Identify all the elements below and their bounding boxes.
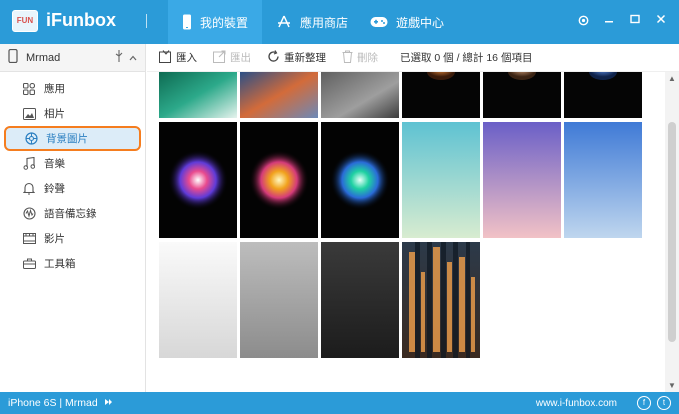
toolbox-icon: [22, 257, 36, 271]
usb-icon: [115, 50, 123, 65]
sidebar-item-label: 背景圖片: [46, 133, 88, 145]
delete-label: 刪除: [357, 52, 378, 64]
export-button[interactable]: 匯出: [213, 50, 251, 66]
selection-status: 已選取 0 個 / 總計 16 個項目: [400, 52, 533, 64]
sidebar-item-label: 語音備忘錄: [44, 208, 97, 220]
tab-my-device[interactable]: 我的裝置: [168, 0, 263, 44]
device-info: iPhone 6S | Mrmad: [8, 397, 98, 409]
sidebar-item-label: 音樂: [44, 158, 65, 170]
bell-icon: [22, 182, 36, 196]
export-label: 匯出: [230, 52, 251, 64]
wallpaper-icon: [24, 132, 38, 146]
toolbar: 匯入 匯出 重新整理 刪除 已選取 0 個 / 總計 16 個項目: [147, 44, 679, 72]
sidebar-item-voice-memos[interactable]: 語音備忘錄: [0, 201, 145, 226]
refresh-label: 重新整理: [284, 52, 326, 64]
wallpaper-thumbnails: [159, 72, 642, 358]
device-name: Mrmad: [26, 51, 61, 64]
trash-icon: [342, 50, 353, 66]
import-label: 匯入: [176, 52, 197, 64]
apps-grid-icon: [22, 82, 36, 96]
sidebar-item-toolbox[interactable]: 工具箱: [0, 251, 145, 276]
app-logo-icon: FUN: [12, 10, 38, 32]
voice-memo-icon: [22, 207, 36, 221]
tab-label: 我的裝置: [200, 15, 249, 30]
music-note-icon: [22, 157, 36, 171]
tab-game-center[interactable]: 遊戲中心: [356, 0, 458, 44]
refresh-button[interactable]: 重新整理: [267, 49, 326, 66]
sidebar-item-label: 鈴聲: [44, 183, 65, 195]
app-store-icon: [276, 15, 292, 29]
sidebar-item-videos[interactable]: 影片: [0, 226, 145, 251]
tab-label: 應用商店: [300, 15, 349, 30]
refresh-icon: [267, 49, 280, 66]
minimize-icon[interactable]: [603, 14, 615, 26]
sidebar-item-label: 應用: [44, 83, 65, 95]
import-button[interactable]: 匯入: [159, 49, 197, 66]
delete-button[interactable]: 刪除: [342, 50, 378, 66]
sidebar-item-ringtones[interactable]: 鈴聲: [0, 176, 145, 201]
export-icon: [213, 50, 226, 66]
iphone-icon: [8, 48, 18, 66]
tab-label: 遊戲中心: [396, 15, 445, 30]
sidebar-item-music[interactable]: 音樂: [0, 151, 145, 176]
status-bar: iPhone 6S | Mrmad www.i-funbox.com f t: [0, 392, 679, 414]
film-icon: [22, 232, 36, 246]
device-selector[interactable]: Mrmad: [0, 44, 145, 72]
scrollbar-thumb[interactable]: [668, 122, 676, 342]
chevron-up-icon[interactable]: [129, 53, 137, 63]
twitter-icon[interactable]: t: [657, 396, 671, 410]
website-link[interactable]: www.i-funbox.com: [536, 398, 617, 409]
import-icon: [159, 49, 172, 66]
sidebar-item-wallpapers[interactable]: 背景圖片: [4, 126, 141, 151]
scroll-up-icon[interactable]: ▲: [665, 74, 679, 83]
sidebar-item-label: 影片: [44, 233, 65, 245]
facebook-icon[interactable]: f: [637, 396, 651, 410]
sidebar-item-apps[interactable]: 應用: [0, 76, 145, 101]
play-arrow-icon[interactable]: [104, 397, 113, 409]
scroll-down-icon[interactable]: ▼: [665, 381, 679, 390]
maximize-icon[interactable]: [629, 14, 641, 26]
sidebar: Mrmad 應用 相片 背景圖片 音樂 鈴聲 語音備忘錄 影片 工具箱: [0, 44, 146, 392]
settings-gear-icon[interactable]: [577, 14, 589, 26]
window-controls: [577, 14, 667, 26]
sidebar-item-photos[interactable]: 相片: [0, 101, 145, 126]
gamepad-icon: [370, 16, 388, 28]
wallpaper-grid: [147, 72, 665, 392]
sidebar-item-label: 工具箱: [44, 258, 76, 270]
phone-icon: [182, 14, 192, 30]
title-divider: [146, 14, 147, 28]
close-icon[interactable]: [655, 14, 667, 26]
app-title: iFunbox: [46, 10, 116, 30]
title-bar: FUN iFunbox 我的裝置 應用商店 遊戲中心: [0, 0, 679, 44]
vertical-scrollbar[interactable]: ▲ ▼: [665, 72, 679, 392]
tab-app-store[interactable]: 應用商店: [262, 0, 362, 44]
sidebar-item-label: 相片: [44, 108, 65, 120]
photo-icon: [22, 107, 36, 121]
